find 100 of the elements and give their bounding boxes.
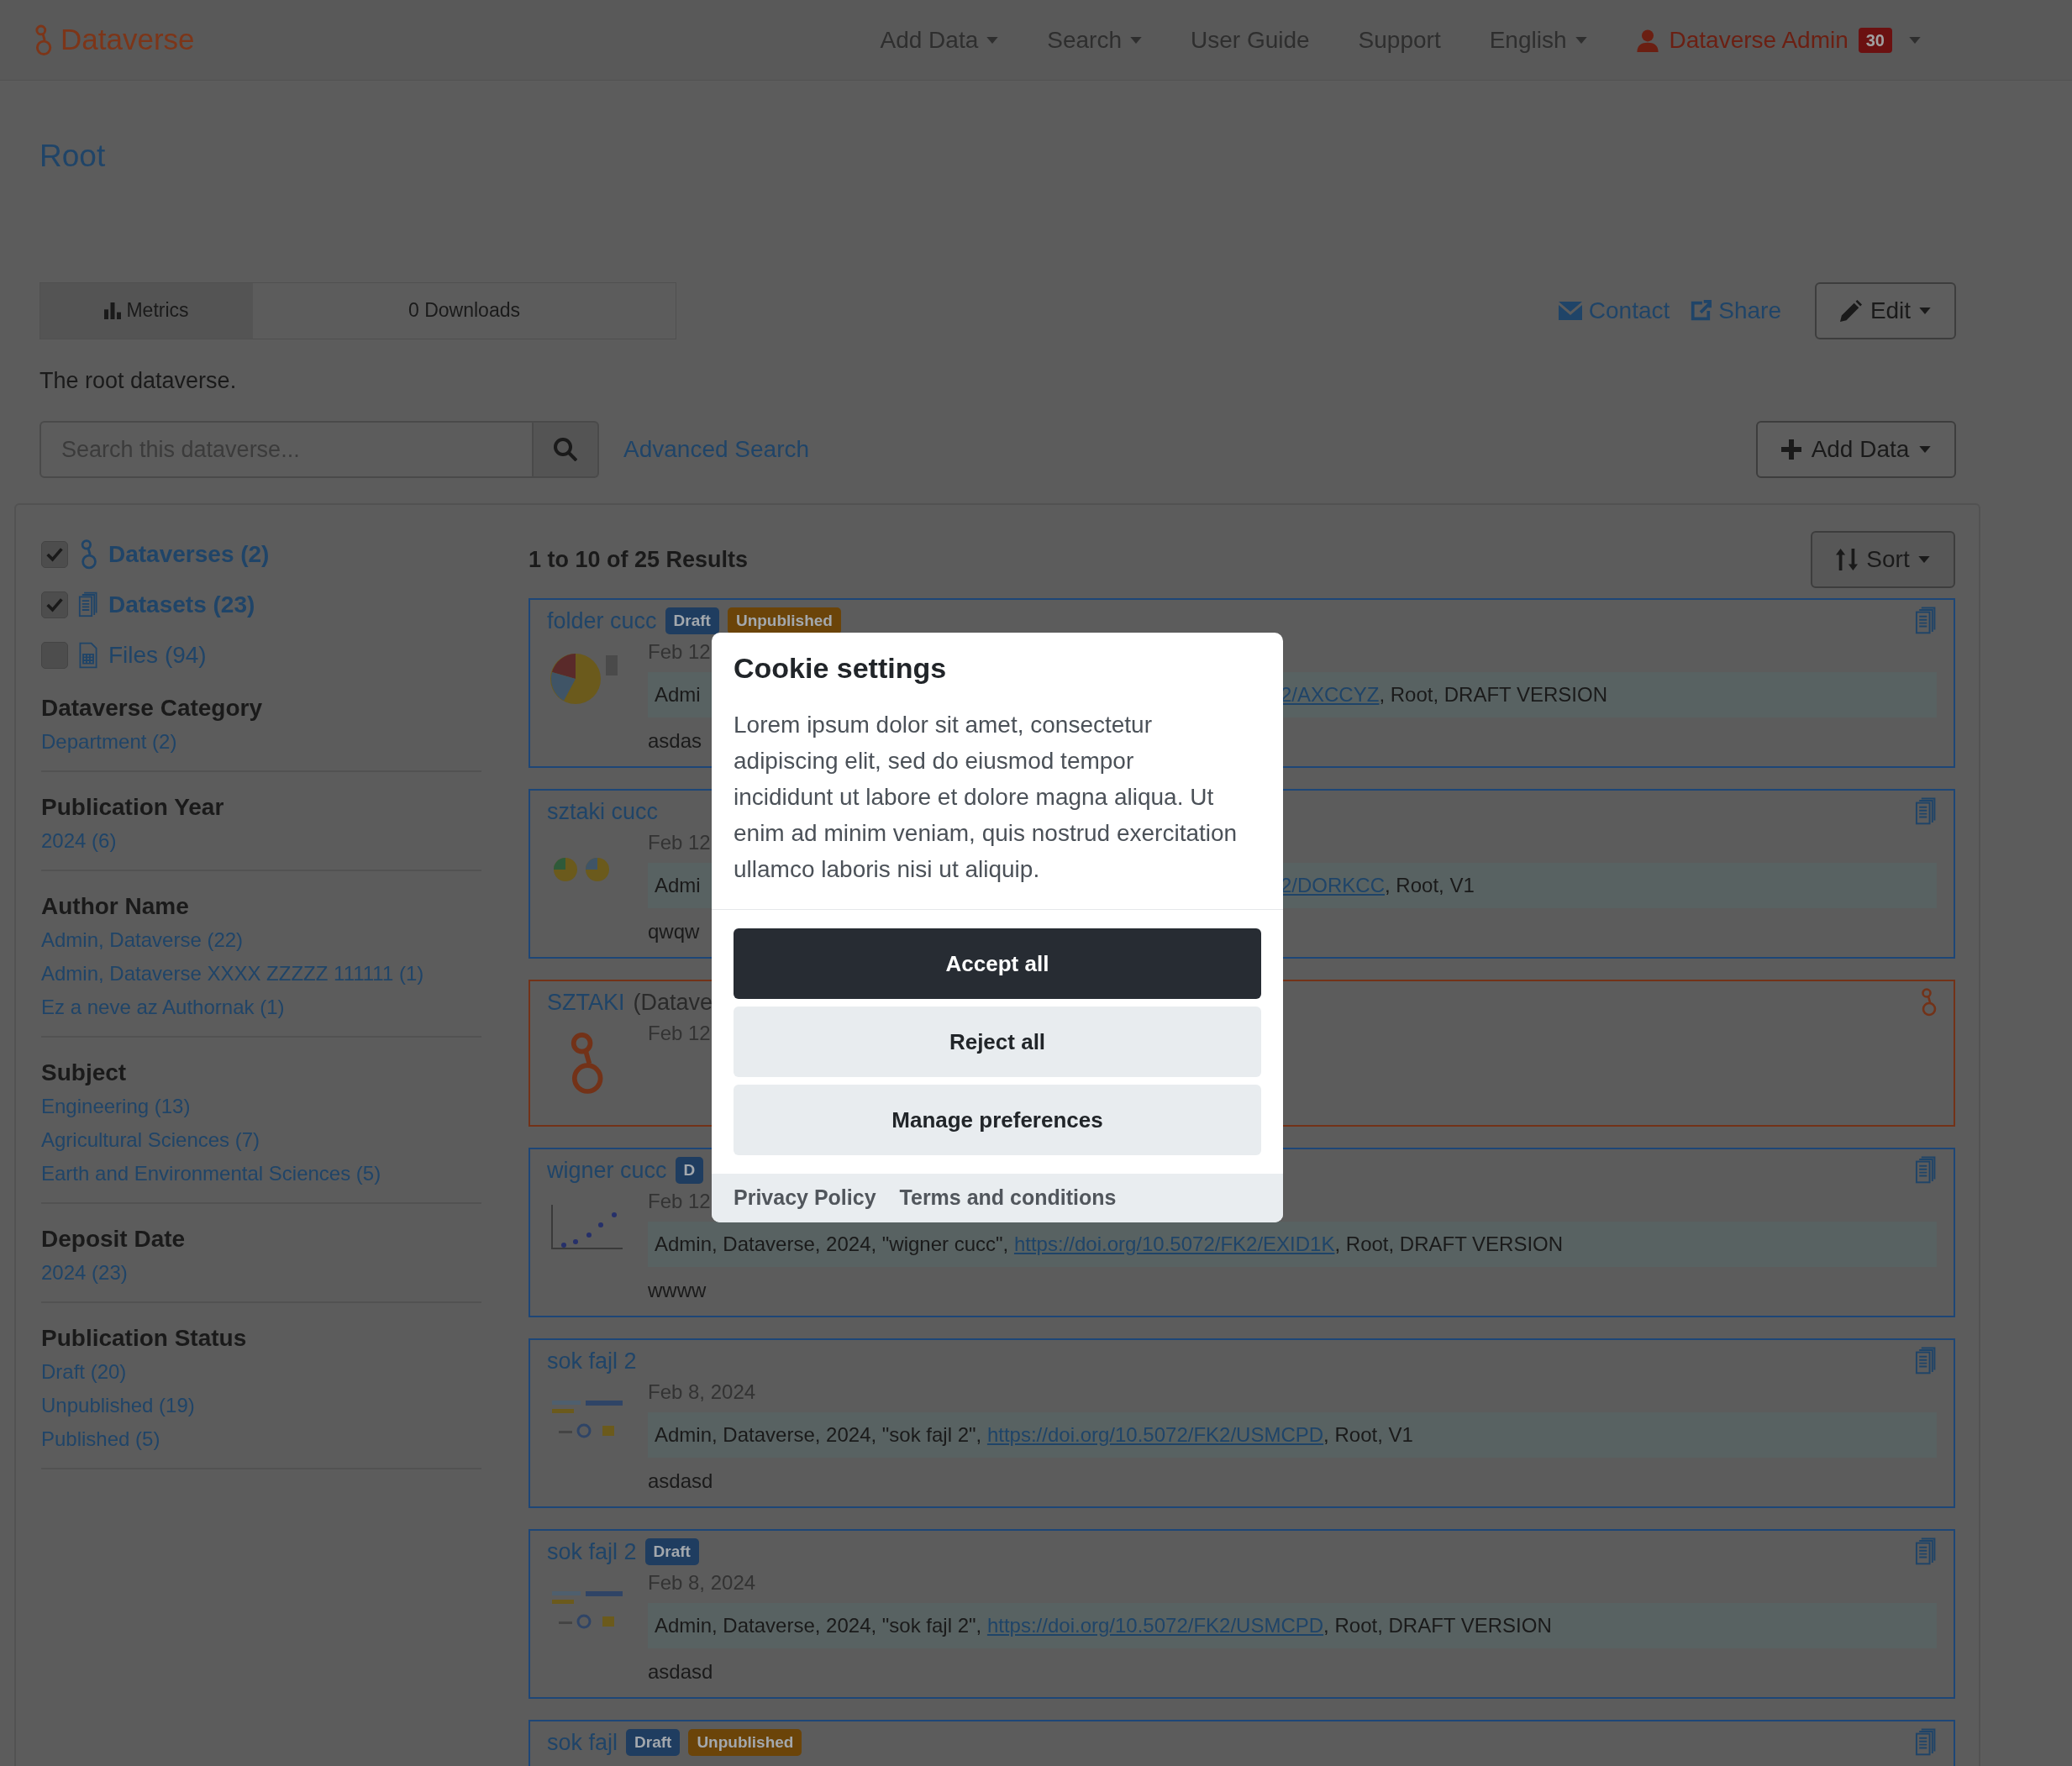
result-title-link[interactable]: wigner cucc	[547, 1153, 667, 1188]
facet-heading: Deposit Date	[41, 1225, 187, 1254]
doi-link[interactable]: https://doi.org/10.5072/FK2/EXID1K	[1013, 1229, 1335, 1259]
contact-link[interactable]: Contact	[1558, 292, 1670, 328]
sort-icon	[1836, 548, 1859, 571]
facet-link[interactable]: 2024 (6)	[41, 824, 481, 858]
result-title-link[interactable]: sok fajl 2	[547, 1343, 637, 1379]
citation-text: Admi	[655, 682, 701, 707]
facet-heading: Dataverse Category	[41, 694, 264, 723]
result-description: asdasd	[648, 1469, 713, 1494]
results-count: 1 to 10 of 25 Results	[529, 545, 749, 574]
citation-text: Admi	[655, 873, 701, 898]
brand-link[interactable]: Dataverse	[34, 18, 195, 62]
facet-link[interactable]: Engineering (13)	[41, 1090, 481, 1123]
result-description: asdas	[648, 728, 702, 754]
dialog-title: Cookie settings	[734, 651, 948, 686]
citation-text: , Root, DRAFT VERSION	[1323, 1613, 1552, 1638]
status-badge: Draft	[626, 1728, 681, 1757]
caret-icon	[1919, 446, 1932, 453]
facet-checkbox[interactable]	[41, 591, 68, 618]
dataverse-icon	[1920, 987, 1937, 1017]
result-title-link[interactable]: folder cucc	[547, 603, 657, 639]
status-badge: Unpublished	[688, 1728, 802, 1757]
facet-link[interactable]: Published (5)	[41, 1422, 481, 1456]
facet-link[interactable]: Admin, Dataverse XXXX ZZZZZ 111111 (1)	[41, 957, 481, 991]
citation-text: Admin, Dataverse, 2024, "sok fajl 2",	[655, 1613, 983, 1638]
caret-icon	[1919, 307, 1932, 314]
result-description: asdasd	[648, 1659, 713, 1685]
downloads-count: 0 Downloads	[408, 298, 521, 323]
footer-link[interactable]: Privacy Policy	[734, 1182, 876, 1214]
advanced-search-link[interactable]: Advanced Search	[623, 432, 810, 467]
facet-link[interactable]: Agricultural Sciences (7)	[41, 1123, 481, 1157]
facet-type-link[interactable]: Files (94)	[108, 638, 207, 673]
edit-button[interactable]: Edit	[1815, 281, 1956, 339]
consent-button[interactable]: Manage preferences	[734, 1085, 1261, 1155]
bar-chart-icon	[104, 302, 122, 319]
add-data-button[interactable]: Add Data	[1756, 421, 1956, 478]
facet-checkbox[interactable]	[41, 642, 68, 669]
facet-checkbox[interactable]	[41, 541, 68, 568]
metrics-label: Metrics	[40, 282, 253, 339]
facet-link[interactable]: Unpublished (19)	[41, 1389, 481, 1422]
citation-text: Admin, Dataverse, 2024, "wigner cucc",	[655, 1232, 1010, 1257]
checkmark-icon	[46, 597, 63, 612]
doi-link[interactable]: 2/AXCCYZ	[1281, 680, 1380, 710]
facet-heading: Subject	[41, 1059, 128, 1087]
facet-link[interactable]: Ez a neve az Authornak (1)	[41, 991, 481, 1024]
user-icon	[1635, 28, 1659, 52]
dataset-icon	[1915, 1537, 1937, 1566]
page-title: Root	[39, 138, 107, 175]
facet-link[interactable]: Draft (20)	[41, 1355, 481, 1389]
facet-heading: Publication Status	[41, 1324, 248, 1353]
status-badge: Unpublished	[727, 607, 841, 635]
facet-type-link[interactable]: Datasets (23)	[108, 587, 255, 623]
notification-badge: 30	[1858, 27, 1892, 53]
status-badge: Draft	[665, 607, 719, 635]
doi-link[interactable]: https://doi.org/10.5072/FK2/USMCPD	[986, 1611, 1324, 1641]
dataverse-description: The root dataverse.	[39, 366, 238, 395]
citation-text: Admin, Dataverse, 2024, "sok fajl 2",	[655, 1422, 983, 1448]
dataset-icon	[1915, 1156, 1937, 1185]
result-title-link[interactable]: sok fajl 2	[547, 1534, 637, 1569]
facet-link[interactable]: Department (2)	[41, 725, 481, 759]
result-description: qwqw	[648, 919, 700, 944]
citation-text: , Root, DRAFT VERSION	[1379, 682, 1607, 707]
search-icon	[554, 438, 577, 461]
sort-button[interactable]: Sort	[1811, 531, 1955, 588]
citation-text: , Root, V1	[1323, 1422, 1413, 1448]
footer-link[interactable]: Terms and conditions	[899, 1182, 1117, 1214]
facet-heading: Publication Year	[41, 793, 225, 822]
envelope-icon	[1558, 301, 1582, 320]
facet-link[interactable]: 2024 (23)	[41, 1256, 481, 1290]
dataset-icon	[1915, 1347, 1937, 1375]
doi-link[interactable]: https://doi.org/10.5072/FK2/USMCPD	[986, 1420, 1324, 1450]
result-title-link[interactable]: sztaki cucc	[547, 794, 659, 829]
share-icon	[1690, 299, 1712, 322]
dataverse-logo-icon	[34, 23, 52, 57]
dataset-icon	[1915, 797, 1937, 826]
facet-link[interactable]: Earth and Environmental Sciences (5)	[41, 1157, 481, 1190]
result-title-link[interactable]: sok fajl	[547, 1725, 618, 1760]
dataset-icon	[1915, 607, 1937, 635]
facet-type-link[interactable]: Dataverses (2)	[108, 537, 270, 572]
plus-icon	[1780, 439, 1801, 460]
dataset-icon	[1915, 1728, 1937, 1757]
dialog-body: Lorem ipsum dolor sit amet, consectetur adipiscing elit, sed do eiusmod tempor incididunt ut labore et dolore magna aliqua. Ut enim ad minim veniam, quis nostrud exercitation ullamco laboris nisi ut aliquip.	[734, 711, 1238, 884]
share-link[interactable]: Share	[1690, 292, 1781, 328]
checkmark-icon	[46, 547, 63, 562]
doi-link[interactable]: 2/DORKCC	[1281, 870, 1386, 901]
search-button[interactable]	[534, 421, 599, 478]
brand-name: Dataverse	[60, 22, 195, 58]
status-badge: D	[675, 1156, 704, 1185]
consent-button[interactable]: Accept all	[734, 928, 1261, 999]
user-menu[interactable]: Dataverse Admin 30	[1635, 22, 1921, 58]
file-icon	[78, 640, 98, 670]
caret-icon	[1917, 556, 1930, 563]
facet-heading: Author Name	[41, 892, 190, 921]
citation-text: , Root, V1	[1385, 873, 1475, 898]
result-title-link[interactable]: SZTAKI	[547, 985, 625, 1020]
facet-link[interactable]: Admin, Dataverse (22)	[41, 923, 481, 957]
caret-icon	[1909, 36, 1921, 44]
consent-button[interactable]: Reject all	[734, 1007, 1261, 1077]
pencil-icon	[1839, 299, 1862, 322]
